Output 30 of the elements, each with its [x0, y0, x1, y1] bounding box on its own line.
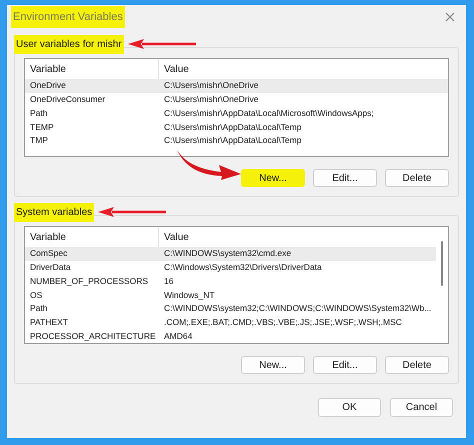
variable-row[interactable]: TEMP C:\Users\mishr\AppData\Local\Temp [25, 120, 448, 134]
dialog-button[interactable]: Edit... [313, 169, 377, 187]
variable-row[interactable]: TMP C:\Users\mishr\AppData\Local\Temp [25, 134, 448, 148]
variable-row[interactable]: OS Windows_NT [25, 288, 436, 302]
dialog-button[interactable]: Delete [385, 169, 449, 187]
arrow-annotation [128, 39, 198, 49]
variable-row[interactable]: DriverData C:\Windows\System32\Drivers\DriverData [25, 260, 436, 274]
curved-arrow-annotation [177, 150, 241, 180]
arrow-annotation [98, 207, 168, 217]
variable-row[interactable]: PATHEXT .COM;.EXE;.BAT;.CMD;.VBS;.VBE;.JS;.JSE;.WSF;.WSH;.MSC [25, 315, 436, 330]
variable-row[interactable]: PROCESSOR_ARCHITECTURE AMD64 [25, 329, 436, 343]
column-header[interactable]: Value [159, 227, 436, 247]
dialog-button[interactable]: Delete [385, 356, 449, 374]
variable-row[interactable]: ComSpec C:\WINDOWS\system32\cmd.exe [25, 247, 436, 261]
window-title: Environment Variables [11, 6, 125, 28]
dialog-button[interactable]: New... [241, 169, 305, 187]
scrollbar-thumb[interactable] [441, 241, 444, 286]
dialog-button[interactable]: Cancel [390, 398, 453, 417]
close-icon [445, 12, 455, 22]
variable-row[interactable]: OneDrive C:\Users\mishr\OneDrive [25, 79, 448, 93]
variable-row[interactable]: OneDriveConsumer C:\Users\mishr\OneDrive [25, 92, 448, 106]
column-header[interactable]: Value [159, 59, 448, 79]
group-label: System variables [14, 202, 94, 222]
group-label: User variables for mishr [14, 34, 124, 54]
dialog-button[interactable]: New... [241, 356, 305, 374]
variable-row[interactable]: Path C:\WINDOWS\system32;C:\WINDOWS;C:\WINDOWS\System32\Wb... [25, 302, 436, 316]
variable-row[interactable]: NUMBER_OF_PROCESSORS 16 [25, 274, 436, 288]
dialog-button[interactable]: OK [318, 398, 381, 417]
variable-row[interactable]: Path C:\Users\mishr\AppData\Local\Microsoft\WindowsApps; [25, 106, 448, 120]
dialog-button[interactable]: Edit... [313, 356, 377, 374]
